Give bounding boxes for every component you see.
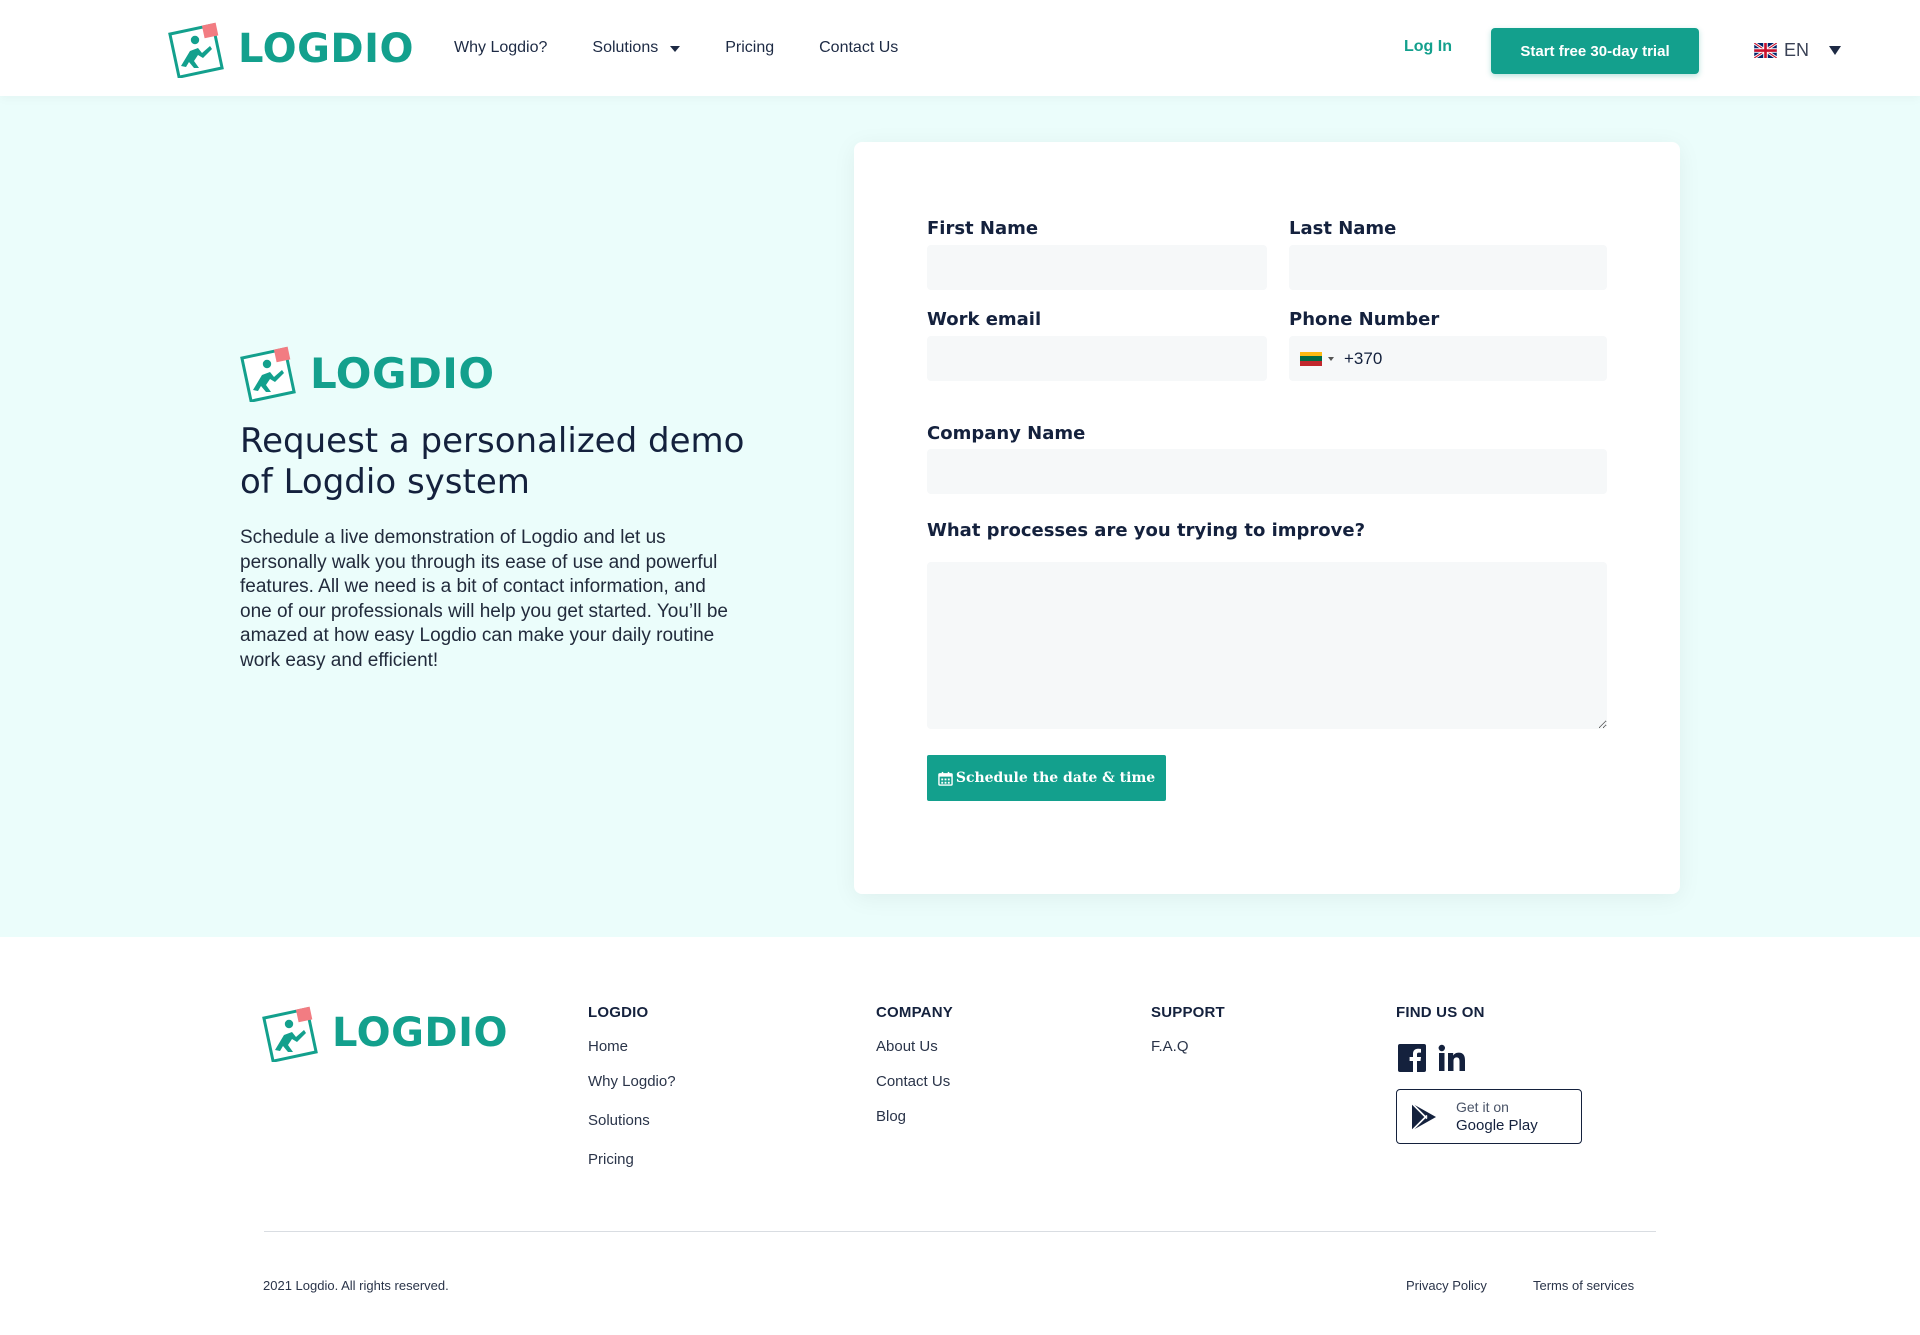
linkedin-icon[interactable]	[1438, 1044, 1466, 1072]
logo-wordmark: LOGDIO	[310, 348, 495, 398]
social-links	[1398, 1044, 1478, 1072]
work-email-input[interactable]	[927, 336, 1267, 381]
google-play-small-text: Get it on	[1456, 1098, 1509, 1115]
footer-link-faq[interactable]: F.A.Q	[1151, 1038, 1225, 1055]
uk-flag-icon	[1754, 43, 1777, 58]
footer-link-why-logdio[interactable]: Why Logdio?	[588, 1073, 676, 1090]
nav-label: Pricing	[725, 39, 775, 56]
footer-column-heading: FIND US ON	[1396, 1004, 1485, 1021]
language-code: EN	[1784, 40, 1810, 60]
nav-label: Why Logdio?	[454, 39, 548, 56]
footer-link-about-us[interactable]: About Us	[876, 1038, 953, 1055]
logdio-logo-icon	[240, 346, 296, 402]
footer-column-heading: SUPPORT	[1151, 1004, 1225, 1021]
google-play-text: Get it on Google Play	[1456, 1099, 1538, 1135]
language-selector[interactable]: EN	[1754, 40, 1842, 61]
nav-item-why-logdio[interactable]: Why Logdio?	[454, 39, 547, 57]
footer-column-heading: COMPANY	[876, 1004, 953, 1021]
footer-column-find-us: FIND US ON	[1396, 1004, 1485, 1038]
caret-down-icon	[1829, 46, 1842, 55]
logo-wordmark: LOGDIO	[332, 1010, 508, 1056]
logdio-logo-icon	[262, 1006, 318, 1062]
footer-link-contact-us[interactable]: Contact Us	[876, 1073, 953, 1090]
footer-logo[interactable]: LOGDIO	[262, 1004, 508, 1062]
first-name-input[interactable]	[927, 245, 1267, 290]
nav-item-solutions[interactable]: Solutions	[592, 39, 681, 57]
first-name-label: First Name	[927, 218, 1039, 239]
terms-of-services-link[interactable]: Terms of services	[1533, 1278, 1634, 1293]
google-play-icon	[1411, 1102, 1436, 1131]
calendar-icon	[938, 771, 953, 786]
phone-number-field	[1289, 336, 1607, 381]
phone-number-input[interactable]	[1344, 348, 1584, 369]
footer-link-blog[interactable]: Blog	[876, 1108, 953, 1125]
header-logo[interactable]: LOGDIO	[168, 20, 414, 78]
schedule-button-label: Schedule the date & time	[955, 770, 1156, 786]
privacy-policy-link[interactable]: Privacy Policy	[1406, 1278, 1487, 1293]
footer-column-heading: LOGDIO	[588, 1004, 649, 1021]
footer-link-solutions[interactable]: Solutions	[588, 1112, 676, 1129]
main-nav: Why Logdio? Solutions Pricing Contact Us	[454, 0, 943, 96]
caret-down-icon	[670, 46, 681, 52]
footer-column-support: SUPPORT F.A.Q	[1151, 1004, 1225, 1073]
site-header: LOGDIO Why Logdio? Solutions Pricing Con…	[0, 0, 1920, 96]
work-email-label: Work email	[927, 309, 1042, 330]
processes-textarea[interactable]	[927, 562, 1607, 729]
nav-item-pricing[interactable]: Pricing	[725, 39, 774, 57]
hero-title: Request a personalized demo of Logdio sy…	[240, 421, 745, 502]
footer-link-pricing[interactable]: Pricing	[588, 1151, 676, 1168]
phone-number-label: Phone Number	[1289, 309, 1440, 330]
hero-section: LOGDIO Request a personalized demo of Lo…	[0, 96, 1920, 937]
footer-column-logdio: LOGDIO Home Why Logdio? Solutions Pricin…	[588, 1004, 676, 1186]
processes-label: What processes are you trying to improve…	[927, 520, 1366, 541]
footer-column-company: COMPANY About Us Contact Us Blog	[876, 1004, 953, 1143]
nav-item-contact-us[interactable]: Contact Us	[819, 39, 898, 57]
last-name-label: Last Name	[1289, 218, 1397, 239]
schedule-button[interactable]: Schedule the date & time	[927, 755, 1166, 801]
start-trial-button[interactable]: Start free 30-day trial	[1491, 28, 1699, 74]
hero-description: Schedule a live demonstration of Logdio …	[240, 527, 728, 671]
footer-divider	[264, 1231, 1656, 1232]
company-name-label: Company Name	[927, 423, 1086, 444]
hero-logo: LOGDIO	[240, 344, 495, 402]
copyright-text: 2021 Logdio. All rights reserved.	[263, 1278, 449, 1293]
company-name-input[interactable]	[927, 449, 1607, 494]
logdio-logo-icon	[168, 22, 224, 78]
footer-link-home[interactable]: Home	[588, 1038, 676, 1055]
nav-label: Contact Us	[819, 39, 899, 56]
login-link[interactable]: Log In	[1404, 38, 1452, 56]
facebook-icon[interactable]	[1398, 1044, 1426, 1072]
caret-down-icon	[1328, 356, 1334, 361]
lithuania-flag-icon[interactable]	[1300, 351, 1322, 366]
logo-wordmark: LOGDIO	[238, 26, 414, 72]
nav-label: Solutions	[592, 39, 659, 56]
last-name-input[interactable]	[1289, 245, 1607, 290]
demo-request-form: First Name Last Name Work email Phone Nu…	[854, 142, 1680, 894]
google-play-big-text: Google Play	[1456, 1116, 1538, 1134]
google-play-badge[interactable]: Get it on Google Play	[1396, 1089, 1582, 1144]
